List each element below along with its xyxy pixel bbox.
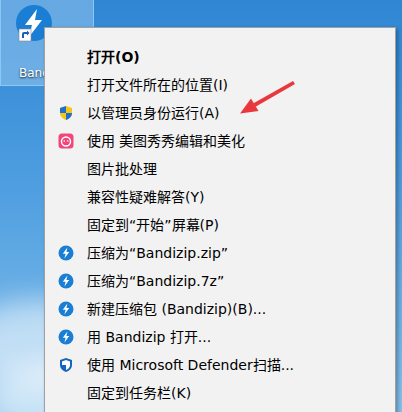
menu-item[interactable]: 压缩为“Bandizip.zip” — [45, 239, 395, 267]
menu-item-label[interactable]: 新建压缩包 (Bandizip)(B)... — [87, 300, 266, 318]
red-arrow-icon — [235, 77, 305, 122]
menu-item-label[interactable]: 图片批处理 — [87, 160, 157, 178]
menu-item-label[interactable]: 使用 美图秀秀编辑和美化 — [87, 132, 245, 150]
menu-item[interactable]: 固定到“开始”屏幕(P) — [45, 211, 395, 239]
menu-item[interactable]: 打开(O) — [45, 43, 395, 71]
menu-item[interactable]: 打开文件所在的位置(I) — [45, 71, 395, 99]
menu-item[interactable]: 使用 Microsoft Defender扫描... — [45, 351, 395, 379]
menu-item-label[interactable]: 固定到任务栏(K) — [87, 384, 191, 402]
menu-item[interactable]: 新建压缩包 (Bandizip)(B)... — [45, 295, 395, 323]
menu-item-label[interactable]: 压缩为“Bandizip.7z” — [87, 272, 224, 290]
defender-icon — [58, 357, 74, 373]
menu-item-label[interactable]: 打开文件所在的位置(I) — [87, 76, 228, 94]
menu-item-label[interactable]: 以管理员身份运行(A) — [87, 104, 220, 122]
menu-item-label[interactable]: 压缩为“Bandizip.zip” — [87, 244, 228, 262]
menu-item-label[interactable]: 打开(O) — [87, 48, 140, 66]
menu-item[interactable]: 压缩为“Bandizip.7z” — [45, 267, 395, 295]
menu-item[interactable]: 用 Bandizip 打开... — [45, 323, 395, 351]
bandizip-icon — [58, 329, 74, 345]
bandizip-icon — [58, 245, 74, 261]
menu-item[interactable]: 兼容性疑难解答(Y) — [45, 183, 395, 211]
menu-item[interactable]: 使用 美图秀秀编辑和美化 — [45, 127, 395, 155]
menu-item-label[interactable]: 用 Bandizip 打开... — [87, 328, 211, 346]
menu-item-label[interactable]: 兼容性疑难解答(Y) — [87, 188, 204, 206]
menu-item[interactable]: 以管理员身份运行(A) — [45, 99, 395, 127]
menu-item-label[interactable]: 使用 Microsoft Defender扫描... — [87, 356, 294, 374]
context-menu: 打开(O) 打开文件所在的位置(I) 以管理员身份运行(A) 使用 美图秀秀编辑和美化… — [44, 27, 396, 412]
bandizip-icon — [58, 301, 74, 317]
bandizip-icon — [58, 273, 74, 289]
menu-item[interactable]: 图片批处理 — [45, 155, 395, 183]
menu-item-label[interactable]: 固定到“开始”屏幕(P) — [87, 216, 219, 234]
meitu-icon — [58, 133, 74, 149]
shield-icon — [58, 105, 74, 121]
menu-item[interactable]: 固定到任务栏(K) — [45, 379, 395, 407]
